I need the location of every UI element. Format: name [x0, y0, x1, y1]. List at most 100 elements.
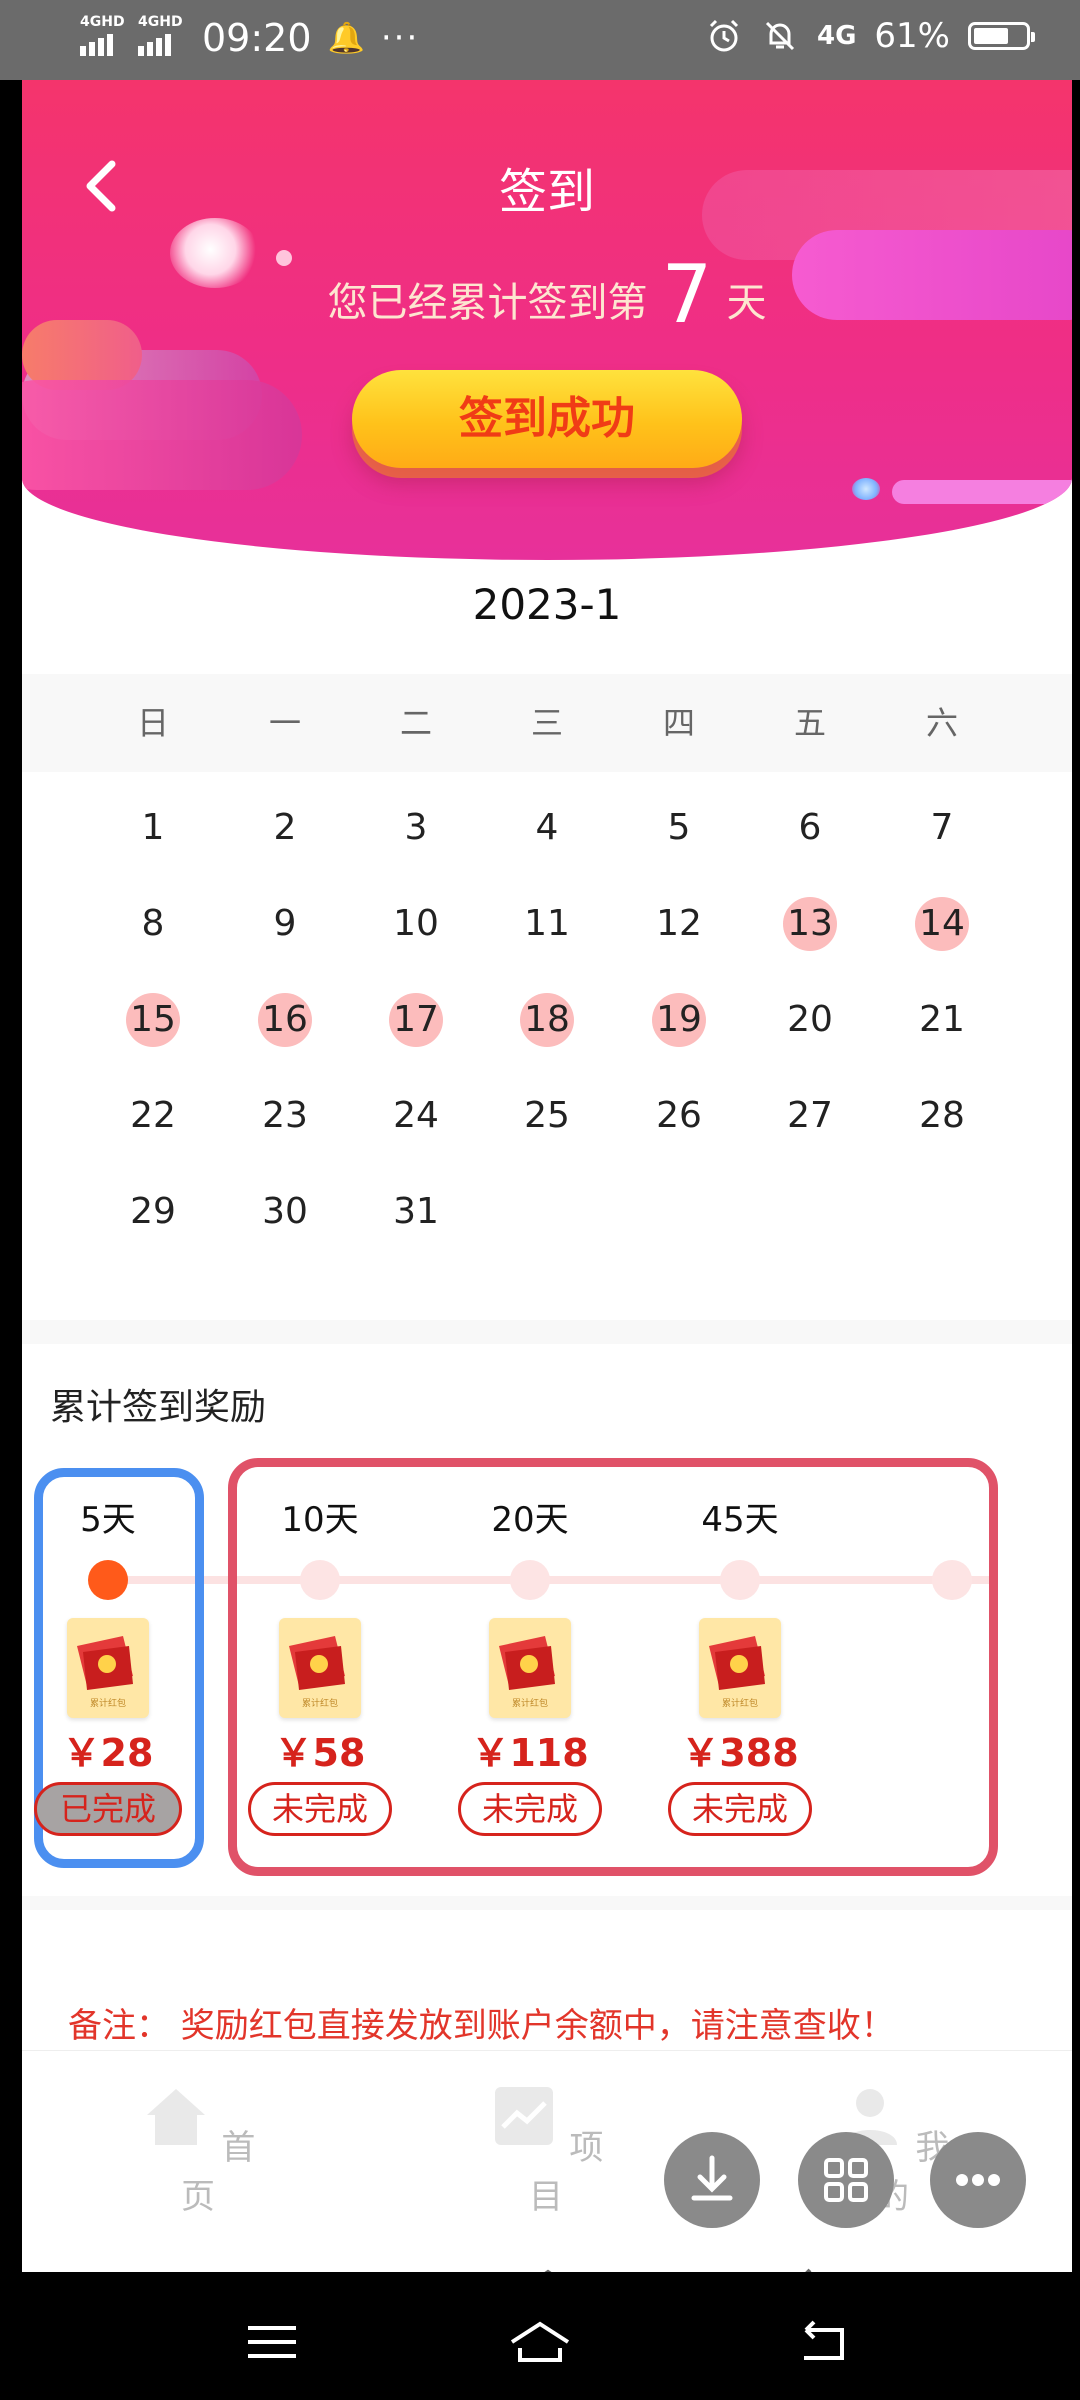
streak-prefix: 您已经累计签到第: [327, 280, 648, 326]
clock: 09:20: [202, 16, 312, 60]
red-envelope-graphic: 累计红包: [499, 1636, 555, 1709]
envelope-label: 累计红包: [302, 1697, 338, 1709]
calendar-day-signed[interactable]: 19: [652, 993, 706, 1047]
weekday-thu: 四: [662, 704, 695, 742]
red-envelope-icon: 累计红包: [67, 1618, 149, 1718]
back-icon[interactable]: [788, 2260, 848, 2272]
system-back-icon[interactable]: [792, 2312, 852, 2372]
alarm-icon: [709, 19, 739, 52]
calendar-day[interactable]: 1: [126, 801, 180, 855]
progress-dot: [88, 1560, 128, 1600]
rewards-note: 备注： 奖励红包直接发放到账户余额中，请注意查收！: [68, 2006, 895, 2046]
reward-days-label: 5天: [80, 1500, 136, 1540]
calendar-day[interactable]: 24: [389, 1089, 443, 1143]
apps-grid-button[interactable]: [798, 2132, 894, 2228]
calendar-day[interactable]: 30: [258, 1185, 312, 1239]
reward-amount: ￥58: [274, 1731, 366, 1775]
status-bar: 4GHD 4GHD 09:20 🔔 ··· 4G 61%: [0, 0, 1080, 80]
qq-notification-icon: 🔔: [327, 20, 365, 56]
calendar-day[interactable]: 11: [520, 897, 574, 951]
battery-icon: [968, 22, 1035, 50]
calendar-day[interactable]: 5: [652, 801, 706, 855]
section-divider: [22, 1320, 1072, 1344]
red-envelope-icon: 累计红包: [699, 1618, 781, 1718]
streak-count: 7: [661, 248, 713, 341]
calendar-day-signed[interactable]: 18: [520, 993, 574, 1047]
status-completed-badge[interactable]: 已完成: [34, 1782, 182, 1836]
calendar-day[interactable]: 22: [126, 1089, 180, 1143]
status-pending-badge[interactable]: 未完成: [458, 1782, 602, 1836]
progress-end-dot: [932, 1560, 972, 1600]
network-type: 4G: [816, 21, 857, 51]
more-notifications-icon: ···: [380, 18, 420, 58]
calendar-day-signed[interactable]: 14: [915, 897, 969, 951]
weekday-fri: 五: [793, 704, 826, 742]
calendar-day-signed[interactable]: 13: [783, 897, 837, 951]
envelope-label: 累计红包: [512, 1697, 548, 1709]
grid-icon: [824, 2158, 868, 2202]
weekday-sun: 日: [136, 704, 169, 742]
calendar-day[interactable]: 28: [915, 1089, 969, 1143]
calendar-day[interactable]: 31: [389, 1185, 443, 1239]
status-pending-badge[interactable]: 未完成: [668, 1782, 812, 1836]
weekday-tue: 二: [399, 704, 432, 742]
reward-days-label: 20天: [491, 1500, 569, 1540]
progress-dot: [510, 1560, 550, 1600]
signal-icon: 4GHD: [80, 14, 128, 62]
calendar-day[interactable]: 2: [258, 801, 312, 855]
envelope-label: 累计红包: [722, 1697, 758, 1709]
progress-dot: [300, 1560, 340, 1600]
app-window: 签到 您已经累计签到第 7 天 签到成功 2023-1 日 一 二 三 四 五 六 …: [22, 80, 1072, 2272]
red-envelope-graphic: 累计红包: [709, 1636, 765, 1709]
rewards-title: 累计签到奖励: [50, 1387, 267, 1428]
envelope-label: 累计红包: [90, 1697, 126, 1709]
tab-home[interactable]: 首页: [128, 2081, 268, 2218]
calendar-day[interactable]: 4: [520, 801, 574, 855]
home-outline-icon[interactable]: [518, 2260, 578, 2272]
calendar-day[interactable]: 20: [783, 993, 837, 1047]
calendar-day[interactable]: 8: [126, 897, 180, 951]
system-menu-icon[interactable]: [242, 2312, 302, 2372]
reward-amount: ￥118: [471, 1731, 589, 1775]
calendar-day[interactable]: 29: [126, 1185, 180, 1239]
signal-label: 4GHD: [80, 14, 125, 30]
calendar-day[interactable]: 3: [389, 801, 443, 855]
signin-success-button[interactable]: 签到成功: [352, 370, 742, 468]
calendar-day[interactable]: 10: [389, 897, 443, 951]
calendar-month: 2023-1: [472, 580, 622, 629]
calendar-day-signed[interactable]: 16: [258, 993, 312, 1047]
more-options-button[interactable]: [930, 2132, 1026, 2228]
red-envelope-icon: 累计红包: [489, 1618, 571, 1718]
streak-text: 您已经累计签到第 7 天: [22, 248, 1072, 341]
calendar-day[interactable]: 7: [915, 801, 969, 855]
status-pending-badge[interactable]: 未完成: [248, 1782, 392, 1836]
weekday-mon: 一: [268, 704, 301, 742]
menu-icon[interactable]: [256, 2260, 316, 2272]
calendar-day[interactable]: 25: [520, 1089, 574, 1143]
streak-suffix: 天: [726, 280, 767, 326]
calendar-day[interactable]: 27: [783, 1089, 837, 1143]
battery-percent: 61%: [874, 16, 950, 56]
system-home-icon[interactable]: [510, 2312, 570, 2372]
calendar-day[interactable]: 21: [915, 993, 969, 1047]
reward-days-label: 45天: [701, 1500, 779, 1540]
signal-icon-2: 4GHD: [138, 14, 186, 62]
page-title: 签到: [498, 164, 595, 220]
signal-label-2: 4GHD: [138, 14, 183, 30]
tab-project[interactable]: 项目: [476, 2081, 616, 2218]
calendar-day[interactable]: 23: [258, 1089, 312, 1143]
calendar-day[interactable]: 9: [258, 897, 312, 951]
calendar-day[interactable]: 26: [652, 1089, 706, 1143]
calendar-day[interactable]: 6: [783, 801, 837, 855]
reward-amount: ￥28: [62, 1731, 154, 1775]
download-button[interactable]: [664, 2132, 760, 2228]
calendar-day-signed[interactable]: 15: [126, 993, 180, 1047]
calendar-day[interactable]: 12: [652, 897, 706, 951]
red-envelope-graphic: 累计红包: [77, 1636, 133, 1709]
chart-icon: [494, 2087, 553, 2145]
calendar-day-signed[interactable]: 17: [389, 993, 443, 1047]
section-divider-2: [22, 1896, 1072, 1910]
red-envelope-graphic: 累计红包: [289, 1636, 345, 1709]
home-icon: [146, 2089, 205, 2145]
bottom-tab-bar: 首页 项目 我的: [22, 2050, 1072, 2272]
